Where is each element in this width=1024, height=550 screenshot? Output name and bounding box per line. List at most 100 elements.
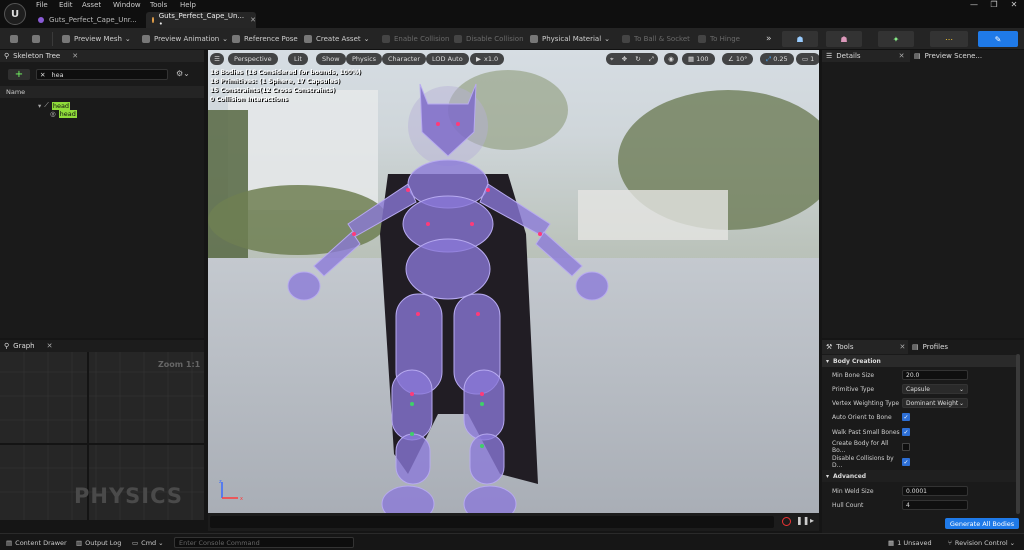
show-label: Show <box>322 55 340 63</box>
animation-editor-button[interactable]: ✦ <box>878 31 914 47</box>
advanced-section[interactable]: ▾ Advanced <box>822 470 1016 482</box>
play-speed-button[interactable]: ▶ x1.0 <box>470 53 505 65</box>
disable-collisions-checkbox[interactable]: ✓ <box>902 458 910 466</box>
disable-collision-button[interactable]: Disable Collision <box>450 31 528 47</box>
physics-editor-button[interactable]: ✎ <box>978 31 1018 47</box>
menu-tools[interactable]: Tools <box>150 1 167 10</box>
unsaved-button[interactable]: ▦ 1 Unsaved <box>888 537 932 548</box>
name-column-header[interactable]: Name <box>0 86 204 98</box>
preview-mesh-button[interactable]: Preview Mesh ⌄ <box>58 31 135 47</box>
mesh-editor-button[interactable]: ☗ <box>826 31 862 47</box>
menu-asset[interactable]: Asset <box>82 1 101 10</box>
body-creation-section[interactable]: ▾ Body Creation <box>822 355 1016 367</box>
show-button[interactable]: Show <box>316 53 346 65</box>
create-body-checkbox[interactable] <box>902 443 910 451</box>
lod-auto-button[interactable]: LOD Auto <box>426 53 469 65</box>
close-icon[interactable]: ✕ <box>47 342 53 350</box>
menu-file[interactable]: File <box>36 1 48 10</box>
save-button[interactable] <box>6 31 26 47</box>
unreal-logo-icon[interactable]: U <box>4 3 26 25</box>
step-forward-button[interactable]: ▸ <box>810 516 814 525</box>
graph-tab[interactable]: ⚲ Graph ✕ <box>0 340 204 352</box>
cmd-dropdown[interactable]: ▭ Cmd ⌄ <box>132 537 164 548</box>
to-ball-socket-button[interactable]: To Ball & Socket <box>618 31 694 47</box>
output-log-button[interactable]: ▥ Output Log <box>76 537 121 548</box>
menu-window[interactable]: Window <box>113 1 141 10</box>
viewport-menu-button[interactable]: ☰ <box>210 53 224 65</box>
close-icon[interactable]: ✕ <box>900 343 906 351</box>
skeleton-tree-tab[interactable]: ⚲ Skeleton Tree ✕ <box>0 50 204 62</box>
create-asset-button[interactable]: Create Asset ⌄ <box>300 31 374 47</box>
3d-viewport[interactable]: ☰ Perspective Lit Show Physics Character… <box>208 50 819 513</box>
tools-scrollbar[interactable] <box>1016 354 1020 514</box>
tools-tab[interactable]: ⚒ Tools ✕ <box>822 340 908 354</box>
walk-past-checkbox[interactable]: ✓ <box>902 428 910 436</box>
scale-snap-button[interactable]: ⤢ 0.25 <box>760 53 794 65</box>
details-panel: ☰ Details ✕ ▤ Preview Scene... <box>822 50 1024 338</box>
min-weld-size-row: Min Weld Size 0.0001 <box>822 484 1016 498</box>
blueprint-editor-button[interactable]: ⋯ <box>930 31 968 47</box>
close-icon[interactable]: ✕ <box>899 52 905 60</box>
timeline-track[interactable] <box>210 516 774 528</box>
maximize-button[interactable]: ❐ <box>984 0 1004 10</box>
min-weld-size-field[interactable]: 0.0001 <box>902 486 968 496</box>
add-button[interactable]: + <box>8 69 30 80</box>
menu-help[interactable]: Help <box>180 1 196 10</box>
generate-all-bodies-button[interactable]: Generate All Bodies <box>945 518 1019 529</box>
close-icon[interactable]: ✕ <box>72 52 78 60</box>
document-tab-1[interactable]: Guts_Perfect_Cape_Unr... <box>32 12 142 28</box>
globe-icon: ◉ <box>668 55 674 63</box>
profiles-tab[interactable]: ▤ Profiles <box>908 340 948 354</box>
menu-edit[interactable]: Edit <box>59 1 73 10</box>
min-bone-size-field[interactable]: 20.0 <box>902 370 968 380</box>
scale-icon[interactable]: ⤢ <box>649 55 654 64</box>
primitive-type-label: Primitive Type <box>832 385 875 393</box>
move-icon[interactable]: ✥ <box>622 55 627 63</box>
enable-collision-button[interactable]: Enable Collision <box>378 31 453 47</box>
hull-count-field[interactable]: 4 <box>902 500 968 510</box>
vertex-weighting-dropdown[interactable]: Dominant Weight ⌄ <box>902 398 968 408</box>
browse-button[interactable] <box>28 31 48 47</box>
rotate-icon[interactable]: ↻ <box>635 55 640 63</box>
minimize-button[interactable]: — <box>964 0 984 10</box>
search-input[interactable]: ✕ hea <box>36 69 168 80</box>
character-button[interactable]: Character <box>382 53 427 65</box>
rotation-snap-button[interactable]: ∠ 10° <box>722 53 754 65</box>
transform-tools[interactable]: ⌖ ✥ ↻ ⤢ <box>606 53 658 65</box>
preview-animation-label: Preview Animation <box>154 35 220 43</box>
close-icon[interactable]: ✕ <box>250 16 256 24</box>
preview-animation-button[interactable]: Preview Animation ⌄ <box>138 31 232 47</box>
perspective-button[interactable]: Perspective <box>228 53 278 65</box>
auto-orient-row: Auto Orient to Bone ✓ <box>822 410 1016 424</box>
more-icon[interactable]: » <box>762 31 776 47</box>
physics-button[interactable]: Physics <box>346 53 383 65</box>
clear-icon[interactable]: ✕ <box>40 71 45 79</box>
primitive-type-dropdown[interactable]: Capsule ⌄ <box>902 384 968 394</box>
preview-scene-tab[interactable]: ▤ Preview Scene... <box>910 50 982 62</box>
console-input[interactable]: Enter Console Command <box>174 537 354 548</box>
content-drawer-button[interactable]: ▤ Content Drawer <box>6 537 67 548</box>
collapse-arrow-icon[interactable]: ▾ <box>38 102 41 110</box>
record-button[interactable] <box>782 517 791 526</box>
mesh-icon <box>62 35 70 43</box>
document-tab-2[interactable]: Guts_Perfect_Cape_Un... • ✕ <box>146 12 256 28</box>
physical-material-button[interactable]: Physical Material ⌄ <box>526 31 614 47</box>
camera-speed-button[interactable]: ▭ 1 <box>796 53 819 65</box>
select-icon[interactable]: ⌖ <box>610 55 614 64</box>
character-physics-asset[interactable] <box>268 74 628 513</box>
close-window-button[interactable]: ✕ <box>1004 0 1024 10</box>
details-tab[interactable]: ☰ Details ✕ <box>822 50 910 62</box>
settings-gear-icon[interactable]: ⚙⌄ <box>176 69 190 78</box>
world-local-button[interactable]: ◉ <box>664 53 678 65</box>
grid-snap-button[interactable]: ▦ 100 <box>682 53 715 65</box>
pause-button[interactable]: ❚❚ <box>796 516 809 525</box>
reference-pose-button[interactable]: Reference Pose <box>228 31 302 47</box>
tree-item-head-body[interactable]: ◎ head <box>50 110 77 118</box>
to-hinge-button[interactable]: To Hinge <box>694 31 744 47</box>
skeleton-editor-button[interactable]: ☗ <box>782 31 818 47</box>
revision-control-button[interactable]: ⑂ Revision Control ⌄ <box>948 537 1015 548</box>
create-asset-label: Create Asset <box>316 35 361 43</box>
lit-button[interactable]: Lit <box>288 53 308 65</box>
auto-orient-checkbox[interactable]: ✓ <box>902 413 910 421</box>
tree-item-head-bone[interactable]: ▾ ⟋ head <box>38 101 71 110</box>
